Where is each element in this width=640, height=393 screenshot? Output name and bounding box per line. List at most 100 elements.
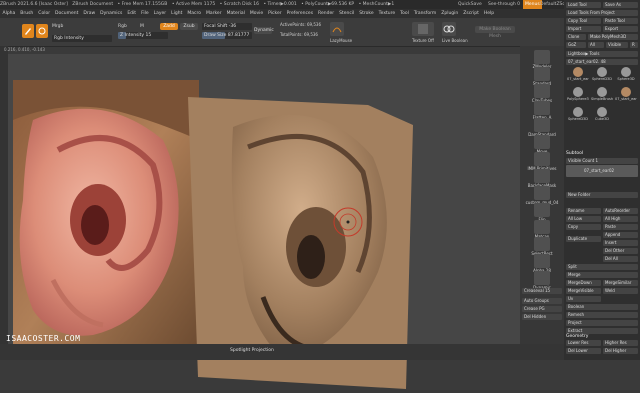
mesh-op-button-0[interactable]: Auto Groups <box>522 298 562 304</box>
menu-item-marker[interactable]: Marker <box>204 9 225 18</box>
menu-item-picker[interactable]: Picker <box>266 9 284 18</box>
tool-thumbnail[interactable]: Sphere3D <box>615 67 637 85</box>
subtool-op-button-0[interactable]: New Folder <box>566 192 638 198</box>
tool-thumbnail[interactable]: Cube3D <box>591 107 613 125</box>
see-through-slider[interactable]: See-through 0 <box>488 0 520 9</box>
draw-mode-button[interactable] <box>36 24 48 38</box>
mrgb-toggle[interactable]: Mrgb <box>52 24 63 29</box>
subtool-op-button-15[interactable]: MergeSimilar <box>603 280 638 286</box>
dynamic-button[interactable]: Dynamic <box>254 27 274 34</box>
menu-item-movie[interactable]: Movie <box>247 9 265 18</box>
zsub-button[interactable]: Zsub <box>180 23 198 30</box>
menu-item-preferences[interactable]: Preferences <box>284 9 315 18</box>
make-polymesh3d-button[interactable]: Make PolyMesh3D <box>588 34 638 40</box>
menus-button[interactable]: Menus <box>523 0 542 9</box>
subtool-op-button-10[interactable]: Del Other <box>603 248 638 254</box>
subtool-op-button-6[interactable]: Paste <box>603 224 638 230</box>
menu-item-draw[interactable]: Draw <box>81 9 98 18</box>
r-button[interactable]: R <box>630 42 638 48</box>
load-tool-button[interactable]: Load Tool <box>566 2 601 8</box>
save-as-button[interactable]: Save As <box>603 2 638 8</box>
focal-shift-slider[interactable]: Focal Shift -36 <box>202 23 252 30</box>
menu-item-light[interactable]: Light <box>169 9 185 18</box>
menu-item-render[interactable]: Render <box>316 9 337 18</box>
menu-item-layer[interactable]: Layer <box>151 9 169 18</box>
paste-tool-button[interactable]: Paste Tool <box>603 18 638 24</box>
del-higher-button[interactable]: Del Higher <box>603 348 638 354</box>
live-boolean-button[interactable] <box>442 22 456 36</box>
make-boolean-mesh-button[interactable]: Make Boolean Mesh <box>475 26 515 39</box>
menu-item-texture[interactable]: Texture <box>376 9 397 18</box>
draw-size-slider[interactable]: Draw Size 87.81777 <box>202 32 252 39</box>
all-button[interactable]: All <box>588 42 604 48</box>
subtool-op-button-12[interactable]: Split <box>566 264 638 270</box>
creaseval-slider[interactable]: Creaseval 15 <box>522 288 562 294</box>
rgb-intensity-slider[interactable]: Rgb Intensity <box>52 35 112 42</box>
tool-thumbnail[interactable]: SimpleBrush <box>591 87 613 105</box>
menu-item-document[interactable]: Document <box>53 9 81 18</box>
subtool-op-button-17[interactable]: Weld <box>603 288 638 294</box>
copy-tool-button[interactable]: Copy Tool <box>566 18 601 24</box>
subtool-op-button-4[interactable]: All High <box>603 216 638 222</box>
menu-item-color[interactable]: Color <box>36 9 53 18</box>
menu-item-alpha[interactable]: Alpha <box>0 9 18 18</box>
subtool-item-active[interactable]: 07_start_ear02 <box>566 165 638 177</box>
subtool-op-button-14[interactable]: MergeDown <box>566 280 601 286</box>
rgb-toggle[interactable]: Rgb <box>118 24 127 29</box>
subtool-op-button-5[interactable]: Copy <box>566 224 601 230</box>
menu-item-file[interactable]: File <box>139 9 152 18</box>
subtool-op-button-9[interactable]: Insert <box>603 240 638 246</box>
mesh-op-button-2[interactable]: Del Hidden <box>522 314 562 320</box>
menu-item-macro[interactable]: Macro <box>185 9 204 18</box>
subtool-op-button-18[interactable]: Uv <box>566 296 601 302</box>
z-intensity-slider[interactable]: Z Intensity 15 <box>118 32 168 39</box>
menu-item-zscript[interactable]: Zscript <box>461 9 482 18</box>
subtool-op-button-21[interactable]: Project <box>566 320 638 326</box>
menu-item-edit[interactable]: Edit <box>125 9 139 18</box>
tool-thumbnail[interactable]: 07_start_ear02 <box>615 87 637 105</box>
del-lower-button[interactable]: Del Lower <box>566 348 601 354</box>
menu-item-stencil[interactable]: Stencil <box>337 9 357 18</box>
higher-res-button[interactable]: Higher Res <box>603 340 638 346</box>
visible-count-slider[interactable]: Visible Count 1 <box>566 158 638 164</box>
tool-thumbnail[interactable]: SphereD3D <box>591 67 613 85</box>
menu-item-zplugin[interactable]: Zplugin <box>439 9 461 18</box>
subtool-op-button-3[interactable]: All Low <box>566 216 601 222</box>
spotlight-projection-button[interactable]: Spotlight Projection <box>230 348 274 353</box>
mesh-op-button-1[interactable]: Crease PG <box>522 306 562 312</box>
tool-thumbnail[interactable]: SphereD3D <box>567 107 589 125</box>
subtool-op-button-7[interactable]: Duplicate <box>566 236 601 242</box>
menu-item-help[interactable]: Help <box>481 9 496 18</box>
load-tools-from-project-button[interactable]: Load Tools From Project <box>566 10 638 16</box>
import-button[interactable]: Import <box>566 26 601 32</box>
subtool-op-button-11[interactable]: Del All <box>603 256 638 262</box>
edit-mode-button[interactable] <box>22 24 34 38</box>
menu-item-brush[interactable]: Brush <box>18 9 36 18</box>
texture-off-button[interactable] <box>412 22 434 36</box>
subtool-op-button-16[interactable]: MergeVisible <box>566 288 601 294</box>
subtool-op-button-13[interactable]: Merge <box>566 272 638 278</box>
goz-button[interactable]: GoZ <box>566 42 586 48</box>
menu-item-transform[interactable]: Transform <box>411 9 438 18</box>
subtool-op-button-2[interactable]: AutoReorder <box>603 208 638 214</box>
menu-item-stroke[interactable]: Stroke <box>357 9 376 18</box>
subtool-op-button-1[interactable]: Rename <box>566 208 601 214</box>
visible-button[interactable]: Visible <box>606 42 628 48</box>
lazymouse-button[interactable] <box>330 22 344 36</box>
menu-item-tool[interactable]: Tool <box>398 9 412 18</box>
menu-item-dynamics[interactable]: Dynamics <box>98 9 125 18</box>
lower-res-button[interactable]: Lower Res <box>566 340 601 346</box>
document-canvas[interactable] <box>8 54 520 389</box>
subtool-op-button-8[interactable]: Append <box>603 232 638 238</box>
export-button[interactable]: Export <box>603 26 638 32</box>
zadd-button[interactable]: Zadd <box>160 23 178 30</box>
m-toggle[interactable]: M <box>140 24 144 29</box>
quicksave-button[interactable]: QuickSave <box>458 0 482 9</box>
tool-thumbnail[interactable]: 07_start_ear02 <box>567 67 589 85</box>
subtool-op-button-20[interactable]: Remesh <box>566 312 638 318</box>
lightbox-tools-button[interactable]: Lightbox▶ Tools <box>566 51 638 57</box>
tool-thumbnail[interactable]: PolySphere3D <box>567 87 589 105</box>
clone-button[interactable]: Clone <box>566 34 586 40</box>
subtool-op-button-19[interactable]: Boolean <box>566 304 638 310</box>
menu-item-material[interactable]: Material <box>224 9 247 18</box>
